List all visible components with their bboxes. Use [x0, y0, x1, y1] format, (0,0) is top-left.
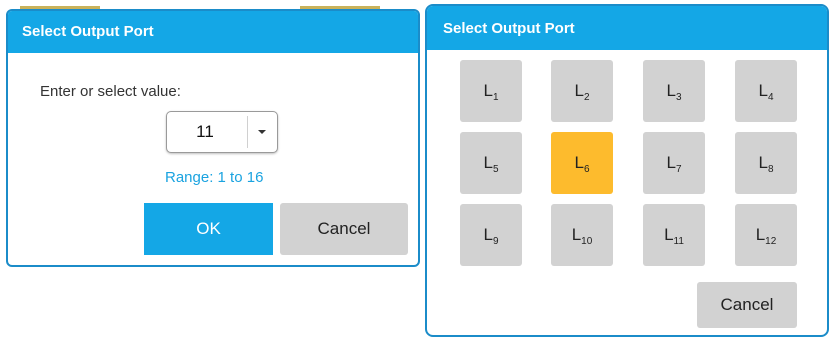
port-button-L9[interactable]: L9: [460, 204, 522, 266]
port-index: 7: [675, 164, 682, 175]
port-button-L10[interactable]: L10: [551, 204, 613, 266]
port-index: 11: [673, 236, 684, 247]
port-index: 10: [581, 236, 593, 247]
port-label: L: [483, 81, 493, 100]
port-button-L4[interactable]: L4: [735, 60, 797, 122]
dialog-title: Select Output Port: [8, 11, 418, 53]
port-label: L: [758, 153, 768, 172]
port-label: L: [666, 153, 676, 172]
port-index: 1: [492, 92, 499, 103]
port-label: L: [758, 81, 768, 100]
port-index: 3: [675, 92, 682, 103]
port-label: L: [571, 225, 582, 244]
port-label: L: [483, 225, 493, 244]
port-index: 6: [583, 164, 590, 175]
port-index: 4: [767, 92, 774, 103]
port-button-L8[interactable]: L8: [735, 132, 797, 194]
port-index: 2: [583, 92, 590, 103]
port-label: L: [574, 153, 584, 172]
port-button-L5[interactable]: L5: [460, 132, 522, 194]
port-label: L: [483, 153, 493, 172]
value-field[interactable]: 11: [167, 112, 243, 152]
select-output-port-dialog-grid: Select Output Port L1 L2 L3 L4 L5 L6 L7 L8 L9 L10…: [425, 4, 829, 337]
dropdown-button[interactable]: [247, 116, 276, 148]
port-button-L7[interactable]: L7: [643, 132, 705, 194]
select-output-port-dialog-value: Select Output Port Enter or select value…: [6, 9, 420, 267]
port-button-L11[interactable]: L11: [643, 204, 705, 266]
range-hint: Range: 1 to 16: [165, 169, 264, 186]
ok-button[interactable]: OK: [144, 203, 273, 255]
port-button-L12[interactable]: L12: [735, 204, 797, 266]
port-button-L1[interactable]: L1: [460, 60, 522, 122]
value-combobox[interactable]: 11: [166, 111, 278, 153]
port-label: L: [664, 225, 674, 244]
cancel-button[interactable]: Cancel: [697, 282, 797, 328]
port-label: L: [666, 81, 676, 100]
port-label: L: [755, 225, 766, 244]
chevron-down-icon: [258, 130, 266, 134]
cancel-button[interactable]: Cancel: [280, 203, 408, 255]
port-index: 9: [492, 236, 499, 247]
port-button-L6[interactable]: L6: [551, 132, 613, 194]
value-prompt: Enter or select value:: [40, 83, 181, 100]
port-button-L2[interactable]: L2: [551, 60, 613, 122]
port-label: L: [574, 81, 584, 100]
dialog-title: Select Output Port: [427, 6, 827, 50]
port-index: 5: [492, 164, 499, 175]
port-index: 12: [765, 236, 777, 247]
port-button-L3[interactable]: L3: [643, 60, 705, 122]
port-index: 8: [767, 164, 774, 175]
